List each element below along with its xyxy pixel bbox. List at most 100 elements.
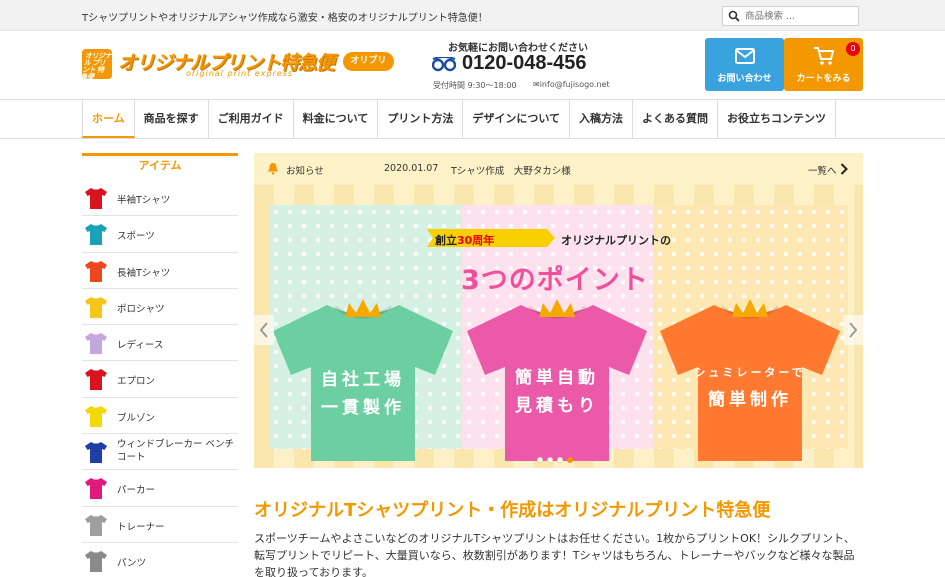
point-2-text: 簡単自動 見積もり: [459, 364, 655, 420]
intro-heading: オリジナルTシャツプリント・作成はオリジナルプリント特急便: [254, 500, 771, 521]
sidebar-item-label: 半袖Tシャツ: [117, 195, 171, 206]
sidebar-item[interactable]: トレーナー: [82, 507, 238, 543]
cart-button[interactable]: 0 カートをみる: [784, 38, 863, 91]
banner-subheading: オリジナルプリントの: [561, 234, 671, 247]
sidebar-item[interactable]: 長袖Tシャツ: [82, 253, 238, 289]
point-1-line-1: 自社工場: [321, 370, 405, 390]
nav-design[interactable]: デザインについて: [463, 100, 571, 138]
slider-dot-2[interactable]: [547, 457, 553, 463]
point-3-text: 簡単制作: [708, 390, 792, 410]
news-bar: お知らせ 2020.01.07 Tシャツ作成 大野タカシ様 一覧へ: [254, 153, 863, 185]
slider-prev-arrow[interactable]: [254, 315, 274, 345]
point-2-line-1: 簡単自動: [515, 368, 599, 388]
sidebar-item-label: レディース: [117, 340, 164, 352]
item-thumbnail-icon: [85, 514, 107, 536]
news-more-link[interactable]: 一覧へ: [808, 163, 837, 177]
crown-icon: [345, 299, 381, 317]
envelope-icon: [735, 48, 755, 64]
crown-icon: [539, 299, 575, 317]
sidebar-item[interactable]: レディース: [82, 325, 238, 362]
cart-button-label: カートをみる: [796, 74, 851, 84]
chevron-right-icon[interactable]: [840, 163, 848, 175]
item-thumbnail-icon: [85, 224, 107, 246]
sidebar-title: アイテム: [82, 153, 238, 175]
point-1-text: 自社工場 一貫製作: [265, 366, 461, 422]
sidebar-item-label: トレーナー: [117, 521, 165, 533]
logo-pill: オリプリ: [343, 52, 394, 71]
sidebar-item-label: ウィンドブレーカー ベンチコート: [117, 439, 235, 464]
news-headline[interactable]: Tシャツ作成 大野タカシ様: [451, 163, 571, 177]
item-thumbnail-icon: [85, 296, 107, 318]
nav-home[interactable]: ホーム: [82, 100, 135, 138]
sidebar-item[interactable]: 半袖Tシャツ: [82, 180, 238, 217]
point-2-line-2: 見積もり: [515, 396, 599, 416]
anniversary-years: 30周年: [457, 234, 495, 247]
crown-icon: [732, 299, 768, 317]
sidebar-item[interactable]: スポーツ: [82, 216, 238, 253]
item-thumbnail-icon: [85, 442, 107, 464]
search-box[interactable]: [722, 6, 859, 26]
cart-icon: [814, 47, 835, 65]
main-nav: ホーム 商品を探す ご利用ガイド 料金について プリント方法 デザインについて …: [0, 99, 945, 139]
news-date: 2020.01.07: [384, 163, 439, 174]
item-thumbnail-icon: [85, 260, 107, 282]
item-category-list: 半袖Tシャツ スポーツ長袖Tシャツ ポロシャツレディースエプロンブルゾンウィンドブレ…: [82, 180, 238, 577]
sidebar-item[interactable]: ブルゾン: [82, 398, 238, 435]
freedial-icon: [432, 57, 456, 72]
contact-button[interactable]: お問い合わせ: [705, 38, 784, 91]
item-thumbnail-icon: [85, 333, 107, 355]
search-icon[interactable]: [728, 10, 740, 22]
intro-paragraph: スポーツチームやよさこいなどのオリジナルTシャツプリントはお任せください。1枚か…: [254, 532, 855, 577]
nav-pricing[interactable]: 料金について: [294, 100, 379, 138]
tshirt-body: [660, 305, 840, 461]
sidebar-item-label: パーカー: [117, 485, 156, 497]
slider-next-arrow[interactable]: [843, 315, 863, 345]
email-text: info@fujisogo.net: [539, 80, 610, 89]
sidebar-item-label: パンツ: [117, 557, 146, 569]
logo-badge[interactable]: オリジナル プリント 特急便: [80, 49, 113, 81]
nav-submission[interactable]: 入稿方法: [570, 100, 634, 138]
nav-products[interactable]: 商品を探す: [135, 100, 209, 138]
bell-icon: [268, 163, 278, 175]
item-thumbnail-icon: [85, 550, 107, 572]
sidebar-item-label: 長袖Tシャツ: [117, 267, 171, 279]
search-input[interactable]: [745, 9, 855, 23]
banner-headline: 3つのポイント: [461, 265, 649, 296]
email-address[interactable]: ✉info@fujisogo.net: [533, 80, 610, 89]
item-thumbnail-icon: [85, 188, 107, 209]
cart-count-badge: 0: [846, 42, 860, 56]
nav-faq[interactable]: よくある質問: [633, 100, 719, 138]
mail-small-icon: ✉: [533, 80, 540, 89]
sidebar-item[interactable]: パーカー: [82, 470, 238, 507]
hero-banner[interactable]: 創立30周年 オリジナルプリントの 3つのポイント 自社工場 一貫製作 簡単自動…: [254, 185, 863, 468]
point-3-small-text: シュミレーターで: [694, 366, 806, 379]
item-thumbnail-icon: [85, 405, 107, 427]
logo-subtitle: original print express: [186, 69, 294, 78]
sidebar-item[interactable]: ウィンドブレーカー ベンチコート: [82, 434, 238, 471]
contact-button-label: お問い合わせ: [717, 74, 772, 84]
anniversary-prefix: 創立: [435, 234, 457, 247]
slider-dot-4-active[interactable]: [567, 457, 573, 463]
sidebar-item[interactable]: ポロシャツ: [82, 289, 238, 326]
sidebar-item-label: スポーツ: [117, 231, 155, 243]
item-thumbnail-icon: [85, 369, 107, 391]
point-1-line-2: 一貫製作: [321, 398, 405, 418]
sidebar-item-label: ポロシャツ: [117, 303, 165, 315]
logo-badge-text: オリジナル プリント 特急便: [80, 52, 113, 81]
sidebar-item[interactable]: エプロン: [82, 361, 238, 398]
anniversary-text: 創立30周年: [435, 232, 494, 248]
nav-guide[interactable]: ご利用ガイド: [209, 100, 294, 138]
slider-dot-1[interactable]: [537, 457, 543, 463]
site-tagline: Tシャツプリントやオリジナルアシャツ作成なら激安・格安のオリジナルプリント特急便…: [82, 13, 488, 24]
top-bar: Tシャツプリントやオリジナルアシャツ作成なら激安・格安のオリジナルプリント特急便…: [0, 0, 945, 31]
news-label: お知らせ: [286, 166, 324, 177]
nav-useful-content[interactable]: お役立ちコンテンツ: [718, 100, 837, 138]
phone-number[interactable]: 0120-048-456: [462, 52, 587, 75]
item-thumbnail-icon: [85, 478, 107, 500]
slider-dot-3[interactable]: [557, 457, 563, 463]
business-hours: 受付時間 9:30〜18:00: [433, 81, 517, 90]
sidebar-item-label: エプロン: [117, 376, 156, 388]
sidebar-item-label: ブルゾン: [117, 412, 156, 424]
nav-print-methods[interactable]: プリント方法: [378, 100, 464, 138]
sidebar-item[interactable]: パンツ: [82, 543, 238, 577]
